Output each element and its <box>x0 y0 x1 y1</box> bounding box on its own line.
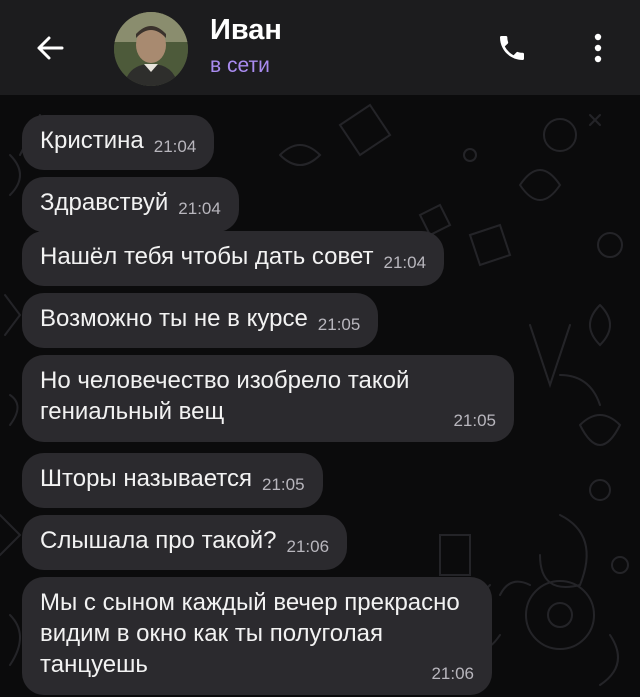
call-button[interactable] <box>490 26 534 70</box>
message-text: Возможно ты не в курсе <box>40 305 308 332</box>
contact-name[interactable]: Иван <box>210 14 282 47</box>
message-time: 21:04 <box>153 137 197 156</box>
message-text: Нашёл тебя чтобы дать совет <box>40 243 374 270</box>
message-bubble[interactable]: Мы с сыном каждый вечер прекрасно видим … <box>22 577 492 695</box>
message-time: 21:04 <box>178 199 221 218</box>
message-time: 21:05 <box>262 475 305 494</box>
back-button[interactable] <box>28 26 72 70</box>
message-bubble[interactable]: Шторы называется 21:05 <box>22 453 323 508</box>
message-text: Здравствуй <box>40 189 169 216</box>
message-bubble[interactable]: Возможно ты не в курсе 21:05 <box>22 293 379 348</box>
more-vertical-icon <box>594 33 602 63</box>
back-arrow-icon <box>37 36 64 60</box>
message-time: 21:06 <box>431 664 474 683</box>
message-bubble[interactable]: Но человечество изобрело такой гениальны… <box>22 355 514 442</box>
message-time: 21:05 <box>453 411 496 430</box>
message-text: Шторы называется <box>40 465 253 492</box>
message-text: Слышала про такой? <box>40 527 277 554</box>
message-bubble[interactable]: Нашёл тебя чтобы дать совет 21:04 <box>22 231 445 286</box>
more-options-button[interactable] <box>578 26 618 70</box>
message-bubble[interactable]: Здравствуй 21:04 <box>22 177 239 232</box>
message-time: 21:04 <box>383 253 427 272</box>
message-time: 21:05 <box>317 315 361 334</box>
chat-header: Иван в сети <box>0 0 640 95</box>
contact-status: в сети <box>210 54 270 77</box>
avatar[interactable] <box>114 12 188 86</box>
chat-area[interactable]: Кристина 21:04 Здравствуй 21:04 Нашёл тебя… <box>0 95 640 697</box>
message-bubble[interactable]: Слышала про такой? 21:06 <box>22 515 348 570</box>
message-time: 21:06 <box>286 537 330 556</box>
message-bubble[interactable]: Кристина 21:04 <box>22 115 215 170</box>
message-text: Кристина <box>40 127 144 154</box>
phone-icon <box>500 36 524 60</box>
